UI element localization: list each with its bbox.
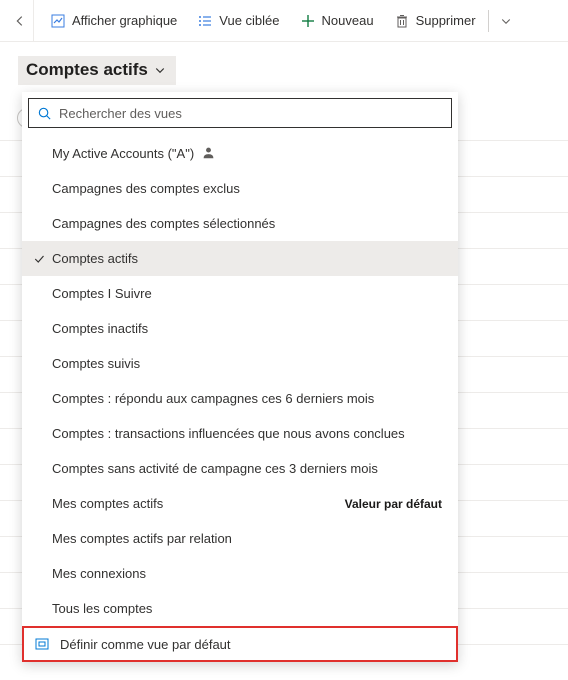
set-default-view-button[interactable]: Définir comme vue par défaut [22,626,458,662]
view-item-label: Campagnes des comptes sélectionnés [52,216,275,231]
list-icon [197,13,213,29]
view-item[interactable]: Mes connexions [22,556,458,591]
plus-icon [300,13,316,29]
default-badge: Valeur par défaut [345,497,442,511]
checkmark-icon [32,253,46,265]
more-commands-button[interactable] [491,0,521,42]
show-chart-label: Afficher graphique [72,13,177,28]
view-item[interactable]: Mes comptes actifs par relation [22,521,458,556]
search-icon [37,106,52,121]
new-label: Nouveau [322,13,374,28]
separator [488,10,489,32]
view-item[interactable]: Tous les comptes [22,591,458,626]
search-box[interactable] [28,98,452,128]
focused-view-button[interactable]: Vue ciblée [187,0,289,42]
view-item-label: Comptes I Suivre [52,286,152,301]
view-item[interactable]: Comptes : transactions influencées que n… [22,416,458,451]
view-item-label: Campagnes des comptes exclus [52,181,240,196]
view-selector[interactable]: Comptes actifs [18,56,176,85]
view-item[interactable]: Comptes sans activité de campagne ces 3 … [22,451,458,486]
search-input[interactable] [59,106,443,121]
view-item-label: Comptes actifs [52,251,138,266]
chevron-down-icon [154,64,166,76]
view-item-label: Comptes : transactions influencées que n… [52,426,405,441]
trash-icon [394,13,410,29]
view-item[interactable]: Comptes I Suivre [22,276,458,311]
delete-label: Supprimer [416,13,476,28]
view-item-label: Comptes inactifs [52,321,148,336]
view-item-label: Mes comptes actifs par relation [52,531,232,546]
new-button[interactable]: Nouveau [290,0,384,42]
view-item[interactable]: Campagnes des comptes exclus [22,171,458,206]
view-item[interactable]: Comptes actifs [22,241,458,276]
view-item[interactable]: My Active Accounts ("A") [22,136,458,171]
focused-view-label: Vue ciblée [219,13,279,28]
view-item[interactable]: Campagnes des comptes sélectionnés [22,206,458,241]
view-dropdown: My Active Accounts ("A") Campagnes des c… [22,92,458,662]
show-chart-button[interactable]: Afficher graphique [40,0,187,42]
view-item[interactable]: Comptes : répondu aux campagnes ces 6 de… [22,381,458,416]
view-list: My Active Accounts ("A") Campagnes des c… [22,132,458,626]
back-button[interactable] [6,0,34,42]
view-item-label: Mes connexions [52,566,146,581]
chevron-down-icon [500,15,512,27]
delete-button[interactable]: Supprimer [384,0,486,42]
view-item-label: Tous les comptes [52,601,152,616]
view-header-area: Comptes actifs [0,42,568,85]
view-selector-label: Comptes actifs [26,60,148,80]
search-wrap [22,92,458,132]
view-item-label: Comptes : répondu aux campagnes ces 6 de… [52,391,374,406]
person-icon [202,146,215,162]
set-default-icon [34,636,50,652]
view-item[interactable]: Comptes inactifs [22,311,458,346]
chart-icon [50,13,66,29]
arrow-left-icon [13,14,27,28]
command-bar: Afficher graphique Vue ciblée Nouveau Su… [0,0,568,42]
view-item-label: Comptes suivis [52,356,140,371]
view-item-label: Comptes sans activité de campagne ces 3 … [52,461,378,476]
view-item-label: Mes comptes actifs [52,496,163,511]
view-item[interactable]: Comptes suivis [22,346,458,381]
set-default-label: Définir comme vue par défaut [60,637,231,652]
view-item[interactable]: Mes comptes actifs Valeur par défaut [22,486,458,521]
view-item-label: My Active Accounts ("A") [52,146,194,161]
